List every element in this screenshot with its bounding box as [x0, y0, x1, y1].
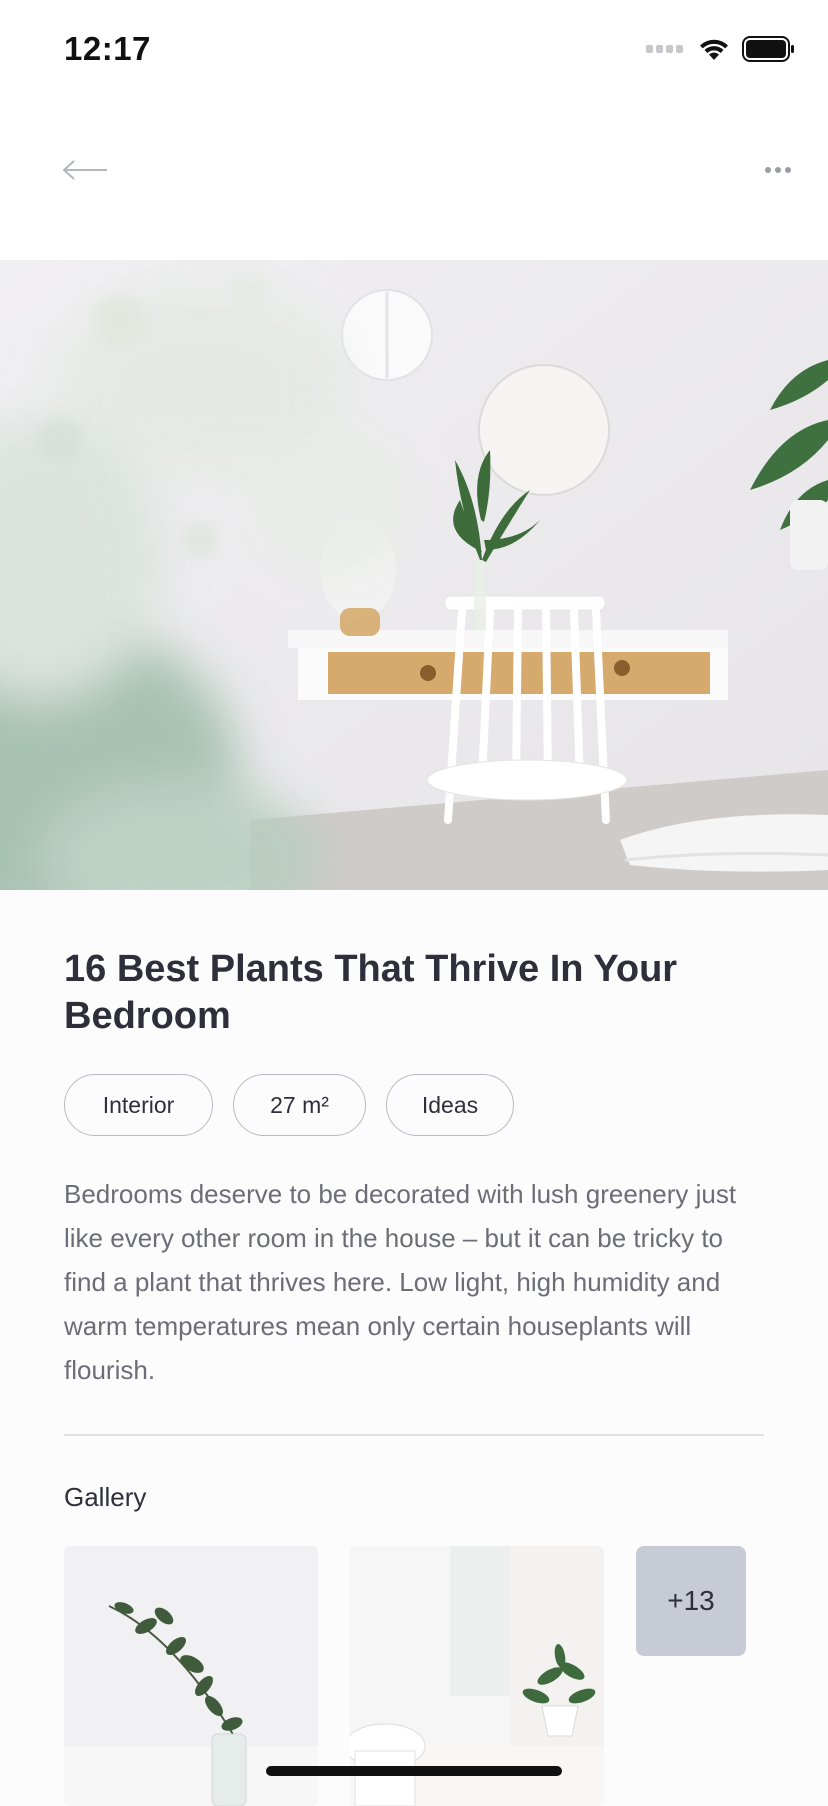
nav-bar	[0, 100, 828, 260]
back-button[interactable]	[52, 150, 112, 190]
status-icons	[646, 36, 796, 62]
status-time: 12:17	[64, 30, 151, 67]
more-options-button[interactable]	[758, 150, 798, 190]
gallery-title: Gallery	[64, 1482, 147, 1512]
tag-interior[interactable]: Interior	[64, 1074, 213, 1136]
gallery-more-button[interactable]: +13	[636, 1546, 746, 1656]
ellipsis-icon	[765, 167, 791, 173]
tag-area[interactable]: 27 m²	[233, 1074, 366, 1136]
divider	[64, 1434, 764, 1436]
article-content: 16 Best Plants That Thrive In Your Bedro…	[64, 890, 764, 1513]
arrow-left-icon	[62, 160, 107, 180]
wifi-icon	[700, 39, 728, 60]
article-title: 16 Best Plants That Thrive In Your Bedro…	[64, 948, 678, 1037]
hero-image	[0, 260, 828, 890]
tag-list: Interior 27 m² Ideas	[64, 1074, 764, 1136]
cellular-signal-icon	[646, 45, 683, 53]
bedroom-photo	[0, 260, 828, 890]
tag-ideas[interactable]: Ideas	[386, 1074, 514, 1136]
battery-icon	[742, 36, 794, 62]
article-body: Bedrooms deserve to be decorated with lu…	[64, 1179, 737, 1385]
home-indicator	[266, 1766, 562, 1776]
status-bar: 12:17	[0, 0, 828, 100]
